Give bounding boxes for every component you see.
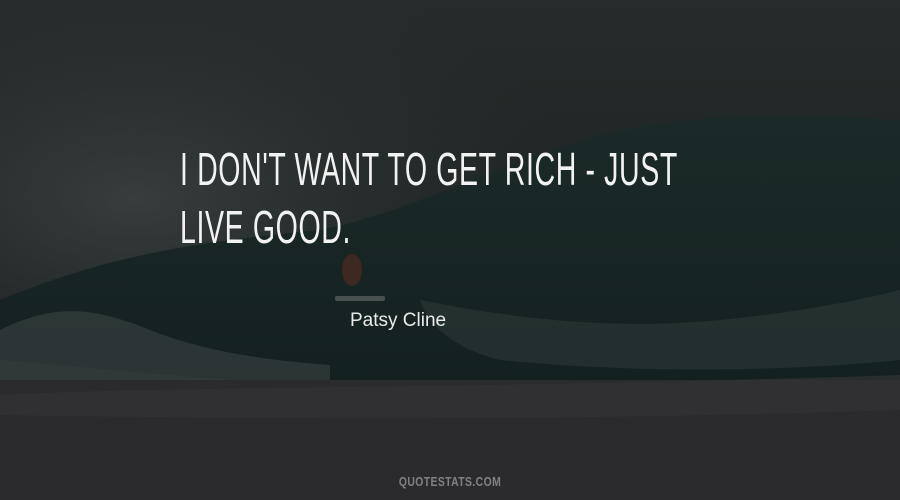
author-name: Patsy Cline (350, 310, 447, 331)
site-watermark: QUOTESTATS.COM (398, 474, 502, 489)
quote-text: I DON'T WANT TO GET RICH - JUST LIVE GOO… (180, 143, 678, 253)
